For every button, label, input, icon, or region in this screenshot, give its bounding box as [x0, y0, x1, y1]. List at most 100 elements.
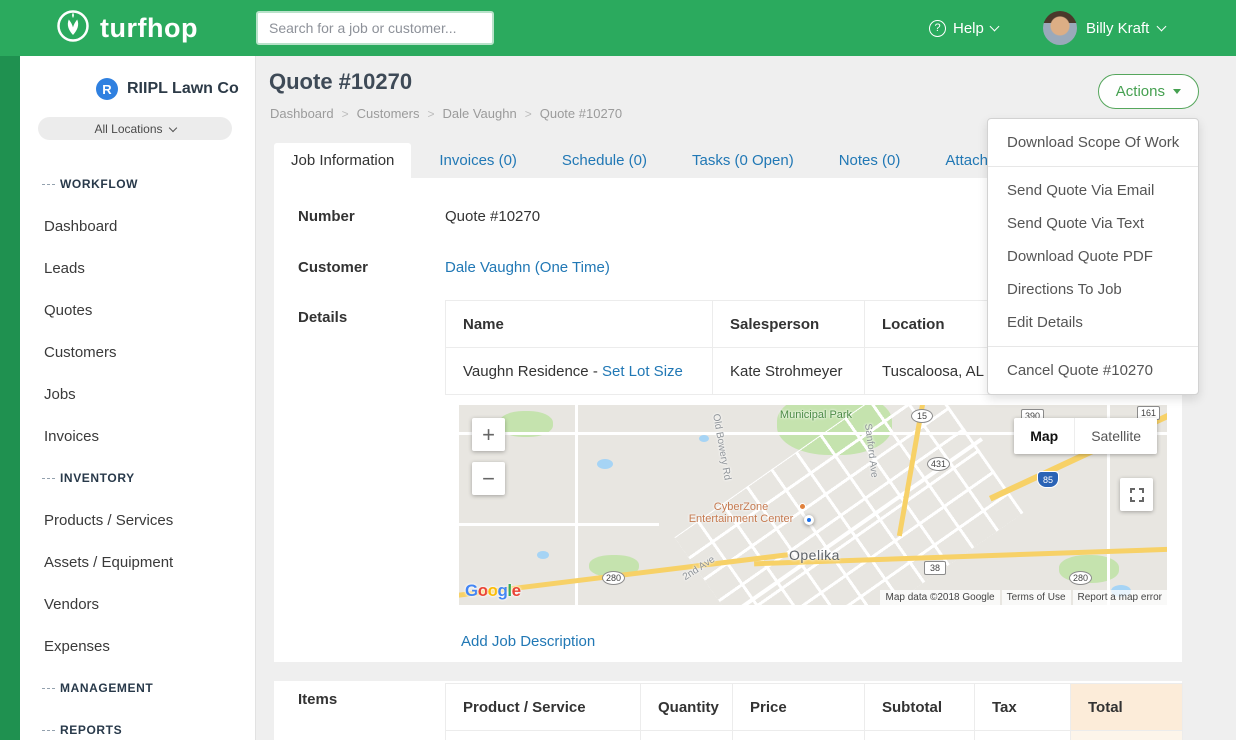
breadcrumb: Dashboard > Customers > Dale Vaughn > Qu…: [270, 106, 622, 121]
turfhop-logo[interactable]: turfhop: [56, 0, 198, 56]
map-zoom-out-button[interactable]: −: [472, 462, 505, 495]
sidebar-item-customers[interactable]: Customers: [20, 331, 255, 373]
user-name: Billy Kraft: [1086, 20, 1149, 37]
items-header-total: Total: [1071, 684, 1183, 731]
details-cell-name: Vaughn Residence - Set Lot Size: [446, 348, 713, 395]
breadcrumb-separator: >: [427, 107, 434, 121]
items-header-quantity: Quantity: [641, 684, 733, 731]
add-job-description-link[interactable]: Add Job Description: [461, 633, 595, 650]
tab-tasks[interactable]: Tasks (0 Open): [675, 143, 811, 178]
route-shield-280-west: 280: [602, 571, 625, 585]
property-name: Vaughn Residence -: [463, 363, 598, 380]
actions-button[interactable]: Actions: [1098, 74, 1199, 109]
sidebar-item-vendors[interactable]: Vendors: [20, 583, 255, 625]
help-menu[interactable]: ? Help: [929, 0, 998, 56]
section-header-reports: REPORTS: [20, 709, 255, 740]
chevron-down-icon: [1157, 22, 1167, 32]
sidebar-item-dashboard[interactable]: Dashboard: [20, 205, 255, 247]
breadcrumb-customers[interactable]: Customers: [357, 106, 420, 121]
tab-schedule[interactable]: Schedule (0): [545, 143, 664, 178]
items-panel: Items Product / Service Quantity Price S…: [274, 681, 1182, 740]
items-cell-total: [1071, 731, 1183, 740]
google-logo[interactable]: Google: [465, 581, 521, 601]
map-label-opelika: Opelika: [789, 547, 840, 563]
breadcrumb-current: Quote #10270: [540, 106, 622, 121]
items-label: Items: [298, 691, 337, 708]
section-dash-icon: [42, 478, 55, 479]
menu-item-send-quote-via-email[interactable]: Send Quote Via Email: [988, 174, 1198, 207]
map-zoom-in-button[interactable]: +: [472, 418, 505, 451]
caret-down-icon: [1173, 89, 1181, 94]
menu-item-download-quote-pdf[interactable]: Download Quote PDF: [988, 240, 1198, 273]
items-empty-row: [446, 731, 1183, 740]
details-cell-salesperson: Kate Strohmeyer: [713, 348, 865, 395]
tab-notes[interactable]: Notes (0): [822, 143, 918, 178]
help-label: Help: [953, 20, 984, 37]
sidebar-item-invoices[interactable]: Invoices: [20, 415, 255, 457]
map-label-cyberzone: CyberZone Entertainment Center: [681, 501, 801, 525]
menu-divider: [988, 166, 1198, 167]
details-header-name: Name: [446, 301, 713, 348]
sidebar-item-products-services[interactable]: Products / Services: [20, 499, 255, 541]
menu-divider: [988, 346, 1198, 347]
sidebar-item-jobs[interactable]: Jobs: [20, 373, 255, 415]
global-search-input[interactable]: [256, 11, 494, 45]
customer-type-link[interactable]: (One Time): [535, 259, 610, 276]
section-label: REPORTS: [60, 723, 122, 737]
customer-name-link[interactable]: Dale Vaughn: [445, 259, 531, 276]
route-shield-431: 431: [927, 457, 950, 471]
topbar: turfhop ? Help Billy Kraft: [0, 0, 1236, 56]
customer-value: Dale Vaughn (One Time): [445, 259, 610, 276]
menu-item-edit-details[interactable]: Edit Details: [988, 306, 1198, 339]
sidebar-nav: WORKFLOW Dashboard Leads Quotes Customer…: [20, 163, 255, 740]
menu-item-directions-to-job[interactable]: Directions To Job: [988, 273, 1198, 306]
items-header-tax: Tax: [975, 684, 1071, 731]
actions-dropdown-menu: Download Scope Of Work Send Quote Via Em…: [987, 118, 1199, 395]
menu-item-cancel-quote[interactable]: Cancel Quote #10270: [988, 354, 1198, 387]
location-filter[interactable]: All Locations: [38, 117, 232, 140]
page-title: Quote #10270: [269, 69, 412, 95]
items-cell: [865, 731, 975, 740]
map-type-satellite-button[interactable]: Satellite: [1074, 418, 1157, 454]
set-lot-size-link[interactable]: Set Lot Size: [602, 363, 683, 380]
section-dash-icon: [42, 184, 55, 185]
map-type-map-button[interactable]: Map: [1014, 418, 1074, 454]
menu-item-download-scope-of-work[interactable]: Download Scope Of Work: [988, 126, 1198, 159]
chevron-down-icon: [168, 123, 176, 131]
turfhop-logo-icon: [56, 9, 90, 48]
section-header-inventory: INVENTORY: [20, 457, 255, 499]
sidebar-item-assets-equipment[interactable]: Assets / Equipment: [20, 541, 255, 583]
sidebar-item-quotes[interactable]: Quotes: [20, 289, 255, 331]
location-filter-label: All Locations: [94, 122, 162, 136]
sidebar-accent-strip: [0, 56, 20, 740]
map-data-credit: Map data ©2018 Google: [880, 590, 999, 605]
tab-job-information[interactable]: Job Information: [274, 143, 411, 178]
tab-invoices[interactable]: Invoices (0): [422, 143, 534, 178]
sidebar-item-leads[interactable]: Leads: [20, 247, 255, 289]
app-window: turfhop ? Help Billy Kraft R RIIPL Lawn …: [0, 0, 1236, 740]
menu-item-send-quote-via-text[interactable]: Send Quote Via Text: [988, 207, 1198, 240]
company-header: R RIIPL Lawn Co: [20, 56, 255, 100]
terms-of-use-link[interactable]: Terms of Use: [1002, 590, 1071, 605]
section-label: MANAGEMENT: [60, 681, 153, 695]
fullscreen-icon: [1130, 488, 1144, 502]
breadcrumb-dashboard[interactable]: Dashboard: [270, 106, 334, 121]
sidebar-item-expenses[interactable]: Expenses: [20, 625, 255, 667]
section-label: INVENTORY: [60, 471, 135, 485]
breadcrumb-separator: >: [342, 107, 349, 121]
details-header-salesperson: Salesperson: [713, 301, 865, 348]
items-cell: [975, 731, 1071, 740]
breadcrumb-customer-name[interactable]: Dale Vaughn: [443, 106, 517, 121]
map-fullscreen-button[interactable]: [1120, 478, 1153, 511]
number-label: Number: [298, 208, 355, 225]
customer-label: Customer: [298, 259, 368, 276]
report-map-error-link[interactable]: Report a map error: [1073, 590, 1167, 605]
user-menu[interactable]: Billy Kraft: [1043, 0, 1165, 56]
items-table: Product / Service Quantity Price Subtota…: [445, 683, 1183, 740]
job-location-map[interactable]: Municipal Park CyberZone Entertainment C…: [459, 405, 1167, 605]
main-content: Quote #10270 Dashboard > Customers > Dal…: [257, 56, 1236, 740]
actions-button-label: Actions: [1116, 83, 1165, 100]
help-circle-icon: ?: [929, 20, 946, 37]
company-badge: R: [96, 78, 118, 100]
job-location-marker[interactable]: [804, 515, 814, 525]
